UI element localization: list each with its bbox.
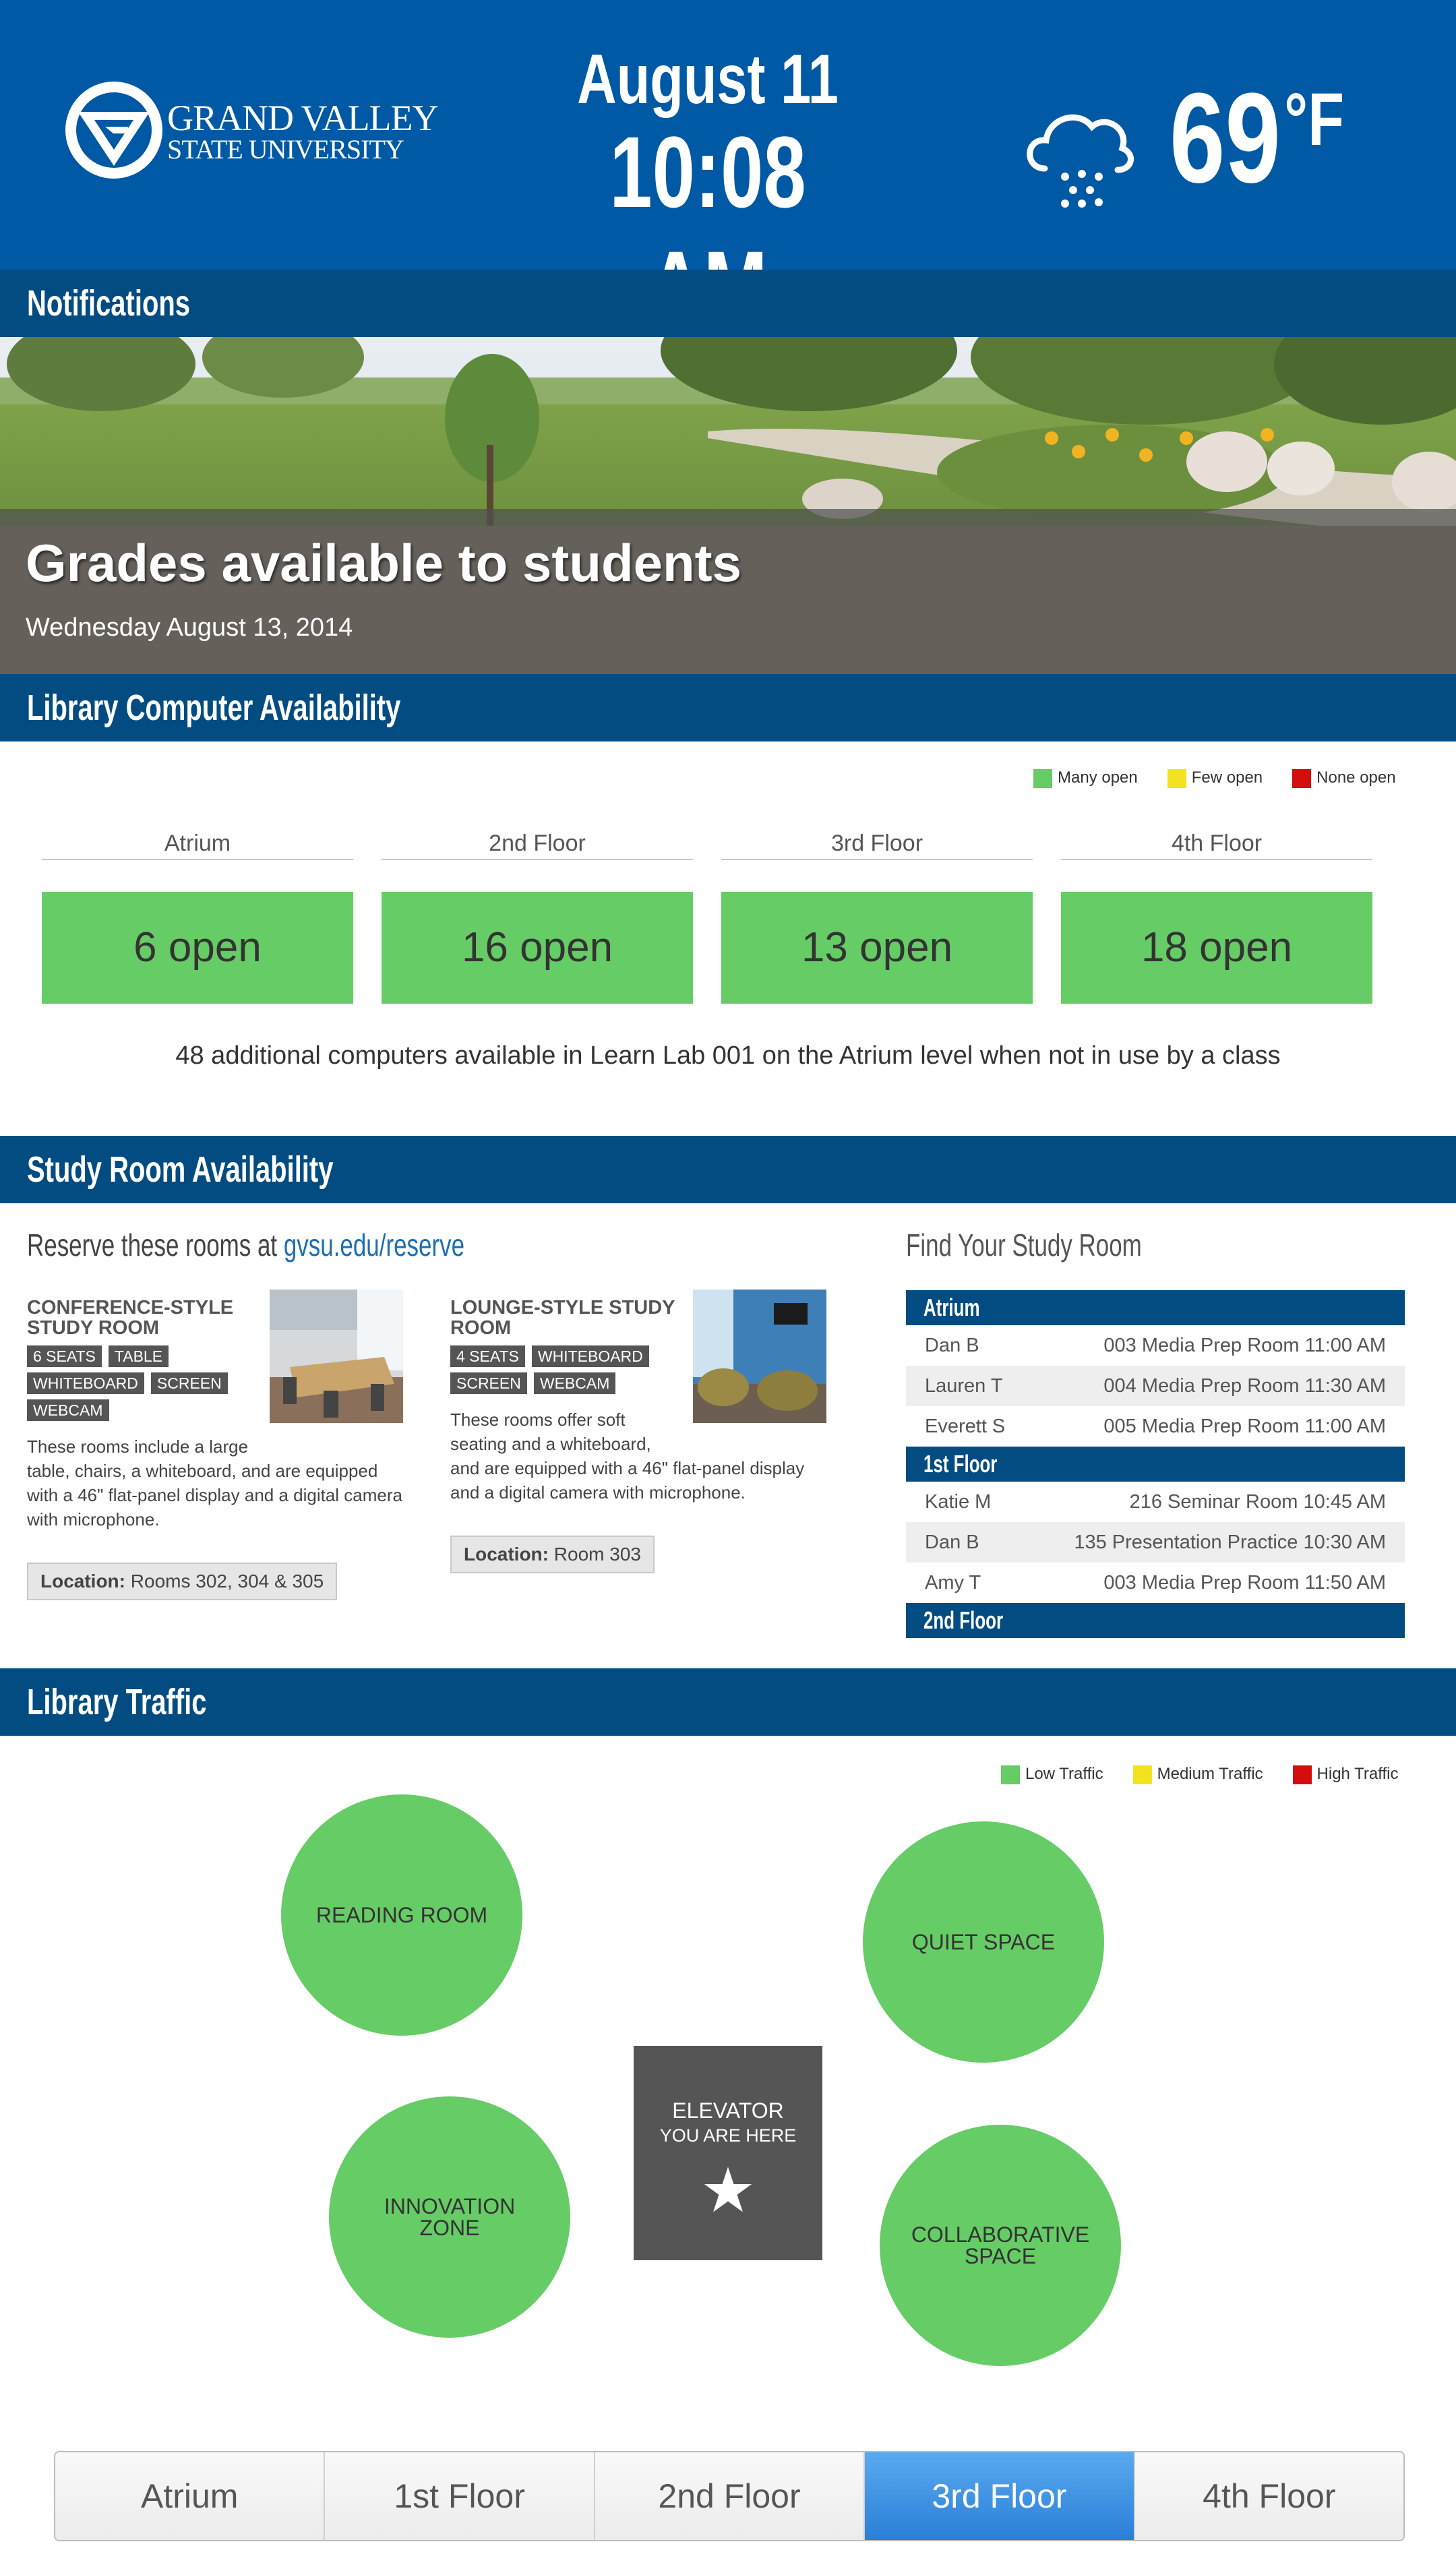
- reserve-link[interactable]: gvsu.edu/reserve: [284, 1228, 464, 1263]
- elevator-label: ELEVATOR: [672, 2098, 784, 2123]
- legend-item-medium: Medium Traffic: [1132, 1765, 1263, 1784]
- tag-webcam: WEBCAM: [27, 1399, 109, 1421]
- legend-item-many: Many open: [1033, 768, 1138, 788]
- floor-tabs: Atrium 1st Floor 2nd Floor 3rd Floor 4th…: [54, 2451, 1405, 2541]
- tab-4th-floor[interactable]: 4th Floor: [1133, 2452, 1403, 2540]
- university-name-line2: STATE UNIVERSITY: [167, 134, 404, 164]
- university-name: GRAND VALLEY STATE UNIVERSITY: [167, 98, 439, 164]
- legend-item-none: None open: [1292, 768, 1396, 788]
- conference-room-location: Location: Rooms 302, 304 & 305: [27, 1563, 338, 1600]
- reservation-row: Katie M 216 Seminar Room 10:45 AM: [925, 1491, 1386, 1513]
- reservation-group-2nd-floor: 2nd Floor: [906, 1603, 1405, 1638]
- tab-3rd-floor[interactable]: 3rd Floor: [863, 2452, 1134, 2540]
- zone-innovation[interactable]: INNOVATION ZONE: [329, 2096, 570, 2338]
- reservation-row: Dan B 135 Presentation Practice 10:30 AM: [906, 1522, 1405, 1563]
- notification-date: Wednesday August 13, 2014: [26, 613, 353, 642]
- tag-whiteboard: WHITEBOARD: [27, 1372, 144, 1394]
- floor-label-atrium: Atrium: [42, 830, 353, 860]
- reservation-row: Amy T 003 Media Prep Room 11:50 AM: [925, 1572, 1386, 1594]
- current-date: August 11: [577, 40, 839, 119]
- tag-screen: SCREEN: [150, 1372, 228, 1394]
- elevator-marker: ELEVATOR YOU ARE HERE ★: [634, 2046, 822, 2260]
- availability-3rd-floor: 13 open: [721, 892, 1033, 1004]
- reservation-group-1st-floor: 1st Floor: [906, 1447, 1405, 1482]
- notification-card[interactable]: Grades available to students Wednesday A…: [0, 337, 1456, 674]
- tab-atrium[interactable]: Atrium: [55, 2452, 324, 2540]
- availability-4th-floor: 18 open: [1061, 892, 1372, 1004]
- room-card-conference-title: CONFERENCE-STYLE STUDY ROOM: [27, 1297, 234, 1339]
- library-traffic-header: Library Traffic: [0, 1668, 1456, 1736]
- university-name-line1: GRAND VALLEY: [167, 98, 439, 138]
- study-room-heading: Study Room Availability: [27, 1149, 334, 1190]
- reserve-prefix: Reserve these rooms at: [27, 1228, 278, 1263]
- zone-collaborative-space[interactable]: COLLABORATIVE SPACE: [880, 2125, 1121, 2366]
- lounge-room-photo: [693, 1290, 826, 1423]
- tag-seats: 4 SEATS: [450, 1345, 525, 1367]
- star-icon: ★: [700, 2156, 756, 2225]
- find-study-room-heading: Find Your Study Room: [906, 1228, 1142, 1263]
- notifications-header: Notifications: [0, 270, 1456, 337]
- reservation-row: Lauren T 004 Media Prep Room 11:30 AM: [906, 1366, 1405, 1406]
- tag-screen: SCREEN: [450, 1372, 527, 1394]
- temperature-value: 69: [1170, 67, 1281, 210]
- room-card-lounge-title: LOUNGE-STYLE STUDY ROOM: [450, 1297, 675, 1339]
- library-traffic-heading: Library Traffic: [27, 1682, 207, 1722]
- availability-2nd-floor: 16 open: [382, 892, 693, 1004]
- legend-item-low: Low Traffic: [1001, 1765, 1103, 1784]
- floor-label-3rd: 3rd Floor: [721, 830, 1033, 860]
- notification-title: Grades available to students: [26, 533, 742, 593]
- floor-label-2nd: 2nd Floor: [382, 830, 693, 860]
- tab-1st-floor[interactable]: 1st Floor: [324, 2452, 594, 2540]
- reservation-group-atrium: Atrium: [906, 1290, 1405, 1325]
- study-room-header: Study Room Availability: [0, 1136, 1456, 1203]
- reserve-heading: Reserve these rooms at gvsu.edu/reserve: [27, 1227, 464, 1263]
- tab-2nd-floor[interactable]: 2nd Floor: [593, 2452, 864, 2540]
- legend-item-high: High Traffic: [1292, 1765, 1398, 1784]
- lounge-room-description: These rooms offer soft seating and a whi…: [450, 1410, 805, 1503]
- header-bar: GRAND VALLEY STATE UNIVERSITY August 11 …: [0, 0, 1456, 343]
- tag-whiteboard: WHITEBOARD: [531, 1345, 649, 1367]
- computer-legend: Many open Few open None open: [1033, 768, 1396, 788]
- you-are-here-label: YOU ARE HERE: [659, 2125, 797, 2146]
- conference-room-description: These rooms include a large table, chair…: [27, 1436, 402, 1529]
- learn-lab-note: 48 additional computers available in Lea…: [175, 1041, 1281, 1070]
- floor-label-4th: 4th Floor: [1061, 830, 1372, 860]
- computer-availability-header: Library Computer Availability: [0, 674, 1456, 741]
- traffic-legend: Low Traffic Medium Traffic High Traffic: [1001, 1765, 1398, 1784]
- availability-atrium: 6 open: [42, 892, 353, 1004]
- tag-table: TABLE: [108, 1345, 169, 1367]
- computer-availability-heading: Library Computer Availability: [27, 688, 401, 728]
- zone-reading-room[interactable]: READING ROOM: [281, 1794, 522, 2036]
- cloud-snow-icon: [1027, 114, 1134, 208]
- lounge-room-location: Location: Room 303: [450, 1536, 655, 1573]
- notifications-heading: Notifications: [27, 283, 190, 324]
- reservation-row: Everett S 005 Media Prep Room 11:00 AM: [925, 1416, 1386, 1437]
- lounge-room-tags: 4 SEATS WHITEBOARDSCREEN WEBCAM: [450, 1345, 679, 1399]
- conference-room-photo: [270, 1290, 403, 1423]
- tag-webcam: WEBCAM: [533, 1372, 616, 1394]
- conference-room-tags: 6 SEATS TABLE WHITEBOARD SCREEN WEBCAM: [27, 1345, 256, 1426]
- reservation-row: Dan B 003 Media Prep Room 11:00 AM: [925, 1335, 1386, 1356]
- temperature-unit: °F: [1284, 78, 1344, 161]
- legend-item-few: Few open: [1167, 768, 1263, 788]
- zone-quiet-space[interactable]: QUIET SPACE: [863, 1821, 1104, 2063]
- tag-seats: 6 SEATS: [27, 1345, 102, 1367]
- gvsu-logo-icon: [65, 82, 162, 179]
